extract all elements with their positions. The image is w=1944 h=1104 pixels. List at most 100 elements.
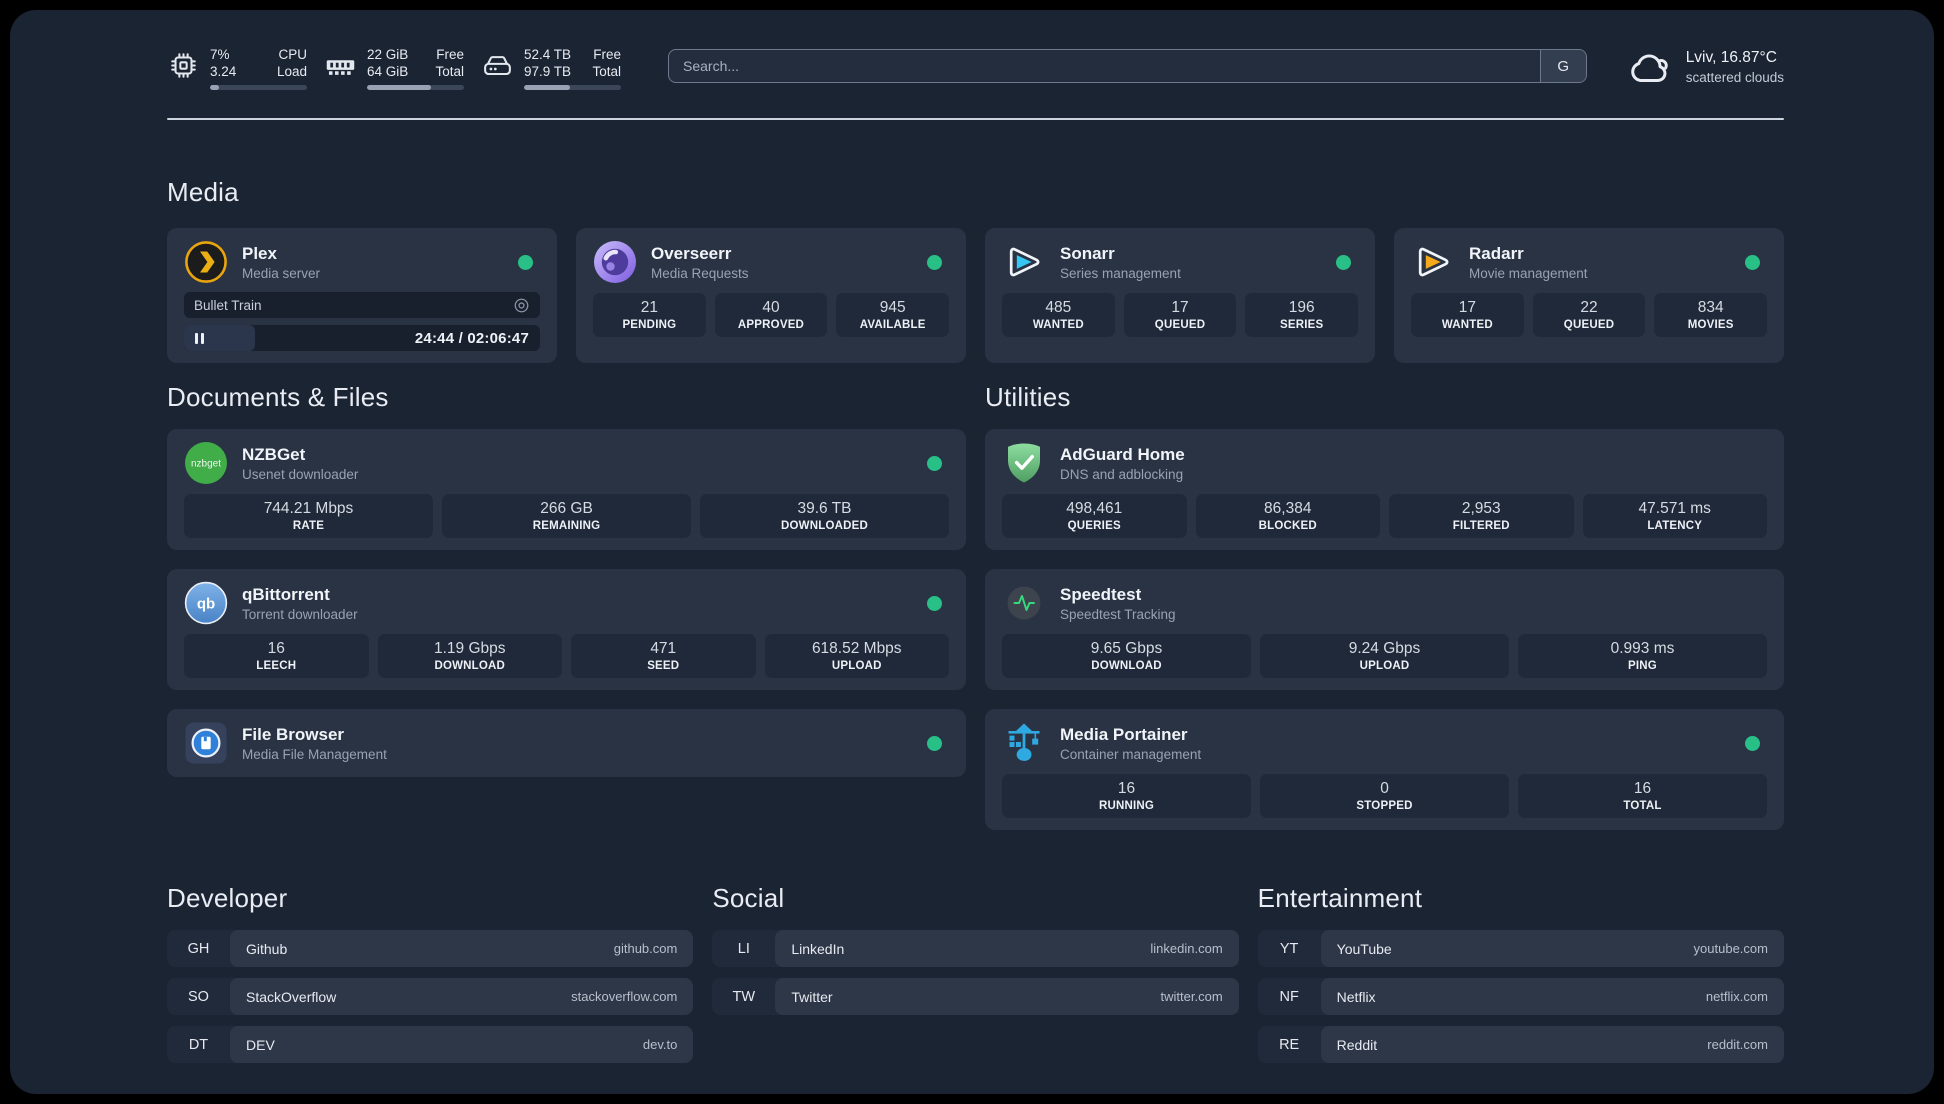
radarr-icon <box>1411 240 1455 284</box>
bookmark-name: StackOverflow <box>246 988 337 1005</box>
disk-free-label: Free <box>593 46 621 62</box>
bookmark-name: Github <box>246 940 288 957</box>
bookmark-url: linkedin.com <box>1150 941 1223 956</box>
bookmark-url: dev.to <box>642 1037 678 1052</box>
bookmark-youtube[interactable]: YT YouTube youtube.com <box>1257 930 1784 967</box>
app-subtitle: Speedtest Tracking <box>1060 606 1176 622</box>
app-card-filebrowser[interactable]: File Browser Media File Management <box>167 709 966 777</box>
bookmark-github[interactable]: GH Github github.com <box>167 930 694 967</box>
app-card-plex[interactable]: Plex Media server Bullet Train 24:44 / 0… <box>167 228 557 363</box>
stat-wanted: 485 WANTED <box>1002 293 1115 337</box>
stat-stopped: 0 STOPPED <box>1260 774 1509 818</box>
stat-seed: 471 SEED <box>571 634 756 678</box>
bookmark-stackoverflow[interactable]: SO StackOverflow stackoverflow.com <box>167 978 694 1015</box>
stat-total: 16 TOTAL <box>1518 774 1767 818</box>
dashboard-panel: 7% CPU 3.24 Load 22 GiB Free 64 GiB Tota… <box>10 10 1934 1094</box>
status-dot-online <box>1745 736 1760 751</box>
bookmark-url: github.com <box>613 941 678 956</box>
bookmark-abbr: GH <box>187 940 210 957</box>
bookmark-name: LinkedIn <box>791 940 845 957</box>
bookmark-reddit[interactable]: RE Reddit reddit.com <box>1257 1026 1784 1063</box>
disk-progress-bar <box>524 84 621 90</box>
app-title: Plex <box>242 243 277 263</box>
stat-download: 9.65 Gbps DOWNLOAD <box>1002 634 1251 678</box>
bookmark-name: DEV <box>246 1036 275 1053</box>
filebrowser-icon <box>184 721 228 765</box>
app-title: Speedtest <box>1060 584 1142 604</box>
app-card-qbittorrent[interactable]: qb qBittorrent Torrent downloader 16 LEE… <box>167 569 966 690</box>
bookmark-url: reddit.com <box>1707 1037 1768 1052</box>
stat-queued: 22 QUEUED <box>1532 293 1646 337</box>
app-card-radarr[interactable]: Radarr Movie management 17 WANTED 22 QUE… <box>1394 228 1784 363</box>
bookmark-name: YouTube <box>1336 940 1392 957</box>
memory-free-value: 22 GiB <box>367 46 409 62</box>
section-title-documents: Documents & Files <box>167 382 389 412</box>
section-title-developer: Developer <box>167 883 288 913</box>
weather-widget: Lviv, 16.87°C scattered clouds <box>1627 48 1784 85</box>
svg-text:nzbget: nzbget <box>191 459 221 470</box>
cpu-load-value: 3.24 <box>210 63 237 79</box>
pause-icon <box>195 332 205 344</box>
app-subtitle: Movie management <box>1469 265 1588 281</box>
app-card-sonarr[interactable]: Sonarr Series management 485 WANTED 17 Q… <box>985 228 1375 363</box>
bookmark-abbr: YT <box>1279 940 1299 957</box>
bookmark-abbr: SO <box>188 988 209 1005</box>
stat-upload: 9.24 Gbps UPLOAD <box>1260 634 1509 678</box>
bookmark-abbr: NF <box>1279 988 1299 1005</box>
bookmark-url: twitter.com <box>1160 989 1223 1004</box>
topbar-divider <box>167 118 1784 120</box>
stat-available: 945 AVAILABLE <box>836 293 950 337</box>
weather-location: Lviv, 16.87°C <box>1685 48 1777 66</box>
app-title: qBittorrent <box>242 584 330 604</box>
speedtest-pulse-icon <box>1002 581 1046 625</box>
app-card-speedtest[interactable]: Speedtest Speedtest Tracking 9.65 Gbps D… <box>985 569 1784 690</box>
playback-progress-bar: 24:44 / 02:06:47 <box>184 325 540 351</box>
stat-blocked: 86,384 BLOCKED <box>1195 494 1380 538</box>
app-title: AdGuard Home <box>1060 444 1185 464</box>
section-title-social: Social <box>712 883 785 913</box>
memory-widget: 22 GiB Free 64 GiB Total <box>324 43 464 90</box>
plex-icon <box>184 240 228 284</box>
stat-download: 1.19 Gbps DOWNLOAD <box>377 634 562 678</box>
app-card-nzbget[interactable]: nzbget NZBGet Usenet downloader 744.21 M… <box>167 429 966 550</box>
stat-queries: 498,461 QUERIES <box>1002 494 1187 538</box>
app-card-portainer[interactable]: Media Portainer Container management 16 … <box>985 709 1784 830</box>
cpu-progress-bar <box>210 84 307 90</box>
bookmark-dev[interactable]: DT DEV dev.to <box>167 1026 694 1063</box>
search-bar: G <box>668 49 1587 83</box>
section-title-utilities: Utilities <box>985 382 1071 412</box>
memory-free-label: Free <box>436 46 464 62</box>
memory-total-label: Total <box>435 63 464 79</box>
app-card-overseerr[interactable]: Overseerr Media Requests 21 PENDING 40 A… <box>576 228 966 363</box>
stat-queued: 17 QUEUED <box>1123 293 1237 337</box>
stat-filtered: 2,953 FILTERED <box>1389 494 1574 538</box>
bookmark-url: youtube.com <box>1693 941 1768 956</box>
bookmark-netflix[interactable]: NF Netflix netflix.com <box>1257 978 1784 1015</box>
portainer-crane-icon <box>1002 721 1046 765</box>
section-title-media: Media <box>167 177 239 207</box>
search-input[interactable] <box>669 50 1540 82</box>
cpu-progress-fill <box>210 84 219 90</box>
bookmark-linkedin[interactable]: LI LinkedIn linkedin.com <box>712 930 1239 967</box>
disk-widget: 52.4 TB Free 97.9 TB Total <box>481 43 621 90</box>
disk-drive-icon <box>481 49 514 82</box>
app-title: Overseerr <box>651 243 732 263</box>
status-dot-online <box>1336 255 1351 270</box>
search-provider-button[interactable]: G <box>1539 50 1586 82</box>
app-subtitle: Media File Management <box>242 746 387 762</box>
stat-running: 16 RUNNING <box>1002 774 1251 818</box>
bookmark-url: netflix.com <box>1705 989 1768 1004</box>
app-subtitle: Container management <box>1060 746 1202 762</box>
overseerr-icon <box>593 240 637 284</box>
stat-wanted: 17 WANTED <box>1411 293 1524 337</box>
stat-pending: 21 PENDING <box>593 293 706 337</box>
status-dot-online <box>927 456 942 471</box>
cpu-widget: 7% CPU 3.24 Load <box>167 43 307 90</box>
target-icon[interactable] <box>513 297 530 314</box>
app-title: Sonarr <box>1060 243 1115 263</box>
bookmark-name: Reddit <box>1336 1036 1378 1053</box>
bookmark-twitter[interactable]: TW Twitter twitter.com <box>712 978 1239 1015</box>
app-card-adguard[interactable]: AdGuard Home DNS and adblocking 498,461 … <box>985 429 1784 550</box>
bookmark-abbr: RE <box>1279 1036 1300 1053</box>
disk-total-label: Total <box>592 63 621 79</box>
